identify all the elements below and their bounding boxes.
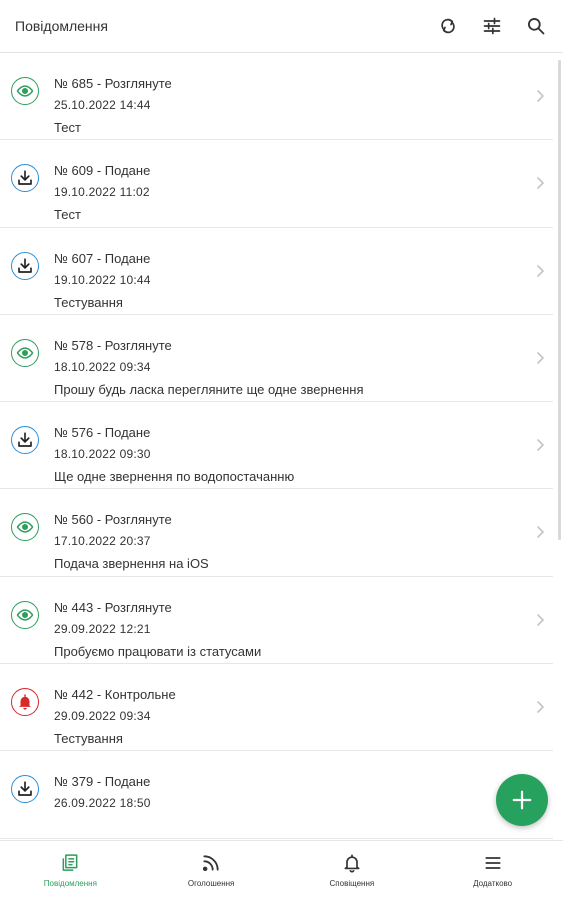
list-item[interactable]: № 560 - Розглянуте 17.10.2022 20:37 Подача… [0,489,553,577]
search-button[interactable] [524,14,548,38]
item-description: Тестування [54,731,123,747]
add-message-button[interactable] [496,774,548,826]
download-icon [18,432,32,448]
item-description: Ще одне звернення по водопостачанню [54,469,295,485]
status-badge [11,164,39,193]
item-title: № 578 - Розглянуте [54,337,172,353]
filter-icon [483,17,501,35]
list-item[interactable]: № 442 - Контрольне 29.09.2022 09:34 Тестув… [0,664,553,752]
item-date: 18.10.2022 09:30 [54,447,151,462]
item-title: № 442 - Контрольне [54,687,176,703]
eye-icon [16,85,34,97]
chevron-right-icon [537,439,544,451]
refresh-button[interactable] [436,14,460,38]
item-date: 25.10.2022 14:44 [54,98,151,112]
status-badge [11,513,39,542]
item-text: № 609 - Подане 19.10.2022 11:02 Тест [54,162,513,224]
item-title: № 443 - Розглянуте [54,599,172,615]
messages-icon [62,854,78,871]
nav-item-announcements[interactable]: Оголошення [141,841,282,900]
eye-icon [16,609,34,621]
item-text: № 578 - Розглянуте 18.10.2022 09:34 Прошу … [54,337,513,399]
app-bar: Повідомлення [0,0,563,53]
item-description: Тест [54,207,81,223]
scrollbar[interactable] [558,60,561,540]
download-icon [18,781,32,797]
list-item[interactable]: № 379 - Подане 26.09.2022 18:50 [0,751,553,839]
messages-list-inner: № 685 - Розглянуте 25.10.2022 14:44 Тест № … [0,53,563,839]
item-date: 17.10.2022 20:37 [54,534,151,549]
bell-icon [344,854,360,873]
status-badge [11,251,39,280]
item-title: № 576 - Подане [54,425,151,441]
app-bar-actions [436,14,563,38]
item-description: Прошу будь ласка перегляните ще одне зве… [54,381,364,397]
item-title: № 607 - Подане [54,250,151,266]
chevron-right-icon [537,264,544,277]
item-date: 26.09.2022 18:50 [54,796,151,811]
bottom-navigation: Повідомлення Оголошення Сповіщення Додат… [0,840,563,900]
item-text: № 560 - Розглянуте 17.10.2022 20:37 Подача… [54,511,513,573]
download-icon [18,170,32,186]
nav-label: Сповіщення [329,879,375,888]
eye-icon [16,347,34,359]
item-description: Пробуємо працювати із статусами [54,643,262,659]
list-item[interactable]: № 576 - Подане 18.10.2022 09:30 Ще одне зв… [0,402,553,490]
item-date: 29.09.2022 12:21 [54,621,151,636]
search-icon [528,18,545,35]
eye-icon [16,521,34,534]
item-title: № 379 - Подане [54,774,151,790]
item-title: № 609 - Подане [54,163,151,179]
nav-label: Повідомлення [43,879,97,888]
messages-list[interactable]: № 685 - Розглянуте 25.10.2022 14:44 Тест № … [0,53,563,840]
list-item[interactable]: № 685 - Розглянуте 25.10.2022 14:44 Тест [0,53,553,141]
item-date: 19.10.2022 10:44 [54,272,151,287]
page-title: Повідомлення [15,18,108,34]
filter-button[interactable] [480,14,504,38]
item-date: 19.10.2022 11:02 [54,185,150,200]
list-item[interactable]: № 609 - Подане 19.10.2022 11:02 Тест [0,140,553,228]
item-date: 29.09.2022 09:34 [54,709,151,724]
chevron-right-icon [537,177,544,190]
chevron-right-icon [537,352,544,364]
refresh-icon [441,18,455,34]
item-text: № 443 - Розглянуте 29.09.2022 12:21 Пробує… [54,599,513,661]
status-badge [11,338,39,367]
status-badge [11,77,39,105]
item-title: № 560 - Розглянуте [54,512,172,528]
download-icon [18,258,32,273]
nav-item-notifications[interactable]: Сповіщення [282,841,423,900]
item-text: № 576 - Подане 18.10.2022 09:30 Ще одне зв… [54,424,513,486]
item-date: 18.10.2022 09:34 [54,359,151,374]
list-item[interactable]: № 578 - Розглянуте 18.10.2022 09:34 Прошу … [0,315,553,403]
status-badge [11,688,39,717]
nav-label: Оголошення [187,879,235,888]
bell-icon [19,694,31,710]
item-text: № 685 - Розглянуте 25.10.2022 14:44 Тест [54,75,513,137]
status-badge [11,426,39,455]
list-item[interactable]: № 443 - Розглянуте 29.09.2022 12:21 Пробує… [0,577,553,665]
nav-item-messages[interactable]: Повідомлення [0,841,141,900]
item-text: № 379 - Подане 26.09.2022 18:50 [54,773,513,817]
chevron-right-icon [537,90,544,102]
plus-icon [512,790,532,810]
item-text: № 607 - Подане 19.10.2022 10:44 Тестування [54,250,513,312]
rss-icon [203,855,219,872]
nav-label: Додатково [473,879,513,888]
chevron-right-icon [537,526,544,539]
item-description: Тест [54,120,81,135]
status-badge [11,600,39,629]
list-item[interactable]: № 607 - Подане 19.10.2022 10:44 Тестування [0,228,553,315]
status-badge [11,775,39,804]
item-description: Тестування [54,294,123,310]
item-description: Подача звернення на iOS [54,556,209,572]
chevron-right-icon [537,701,544,713]
nav-item-more[interactable]: Додатково [422,841,563,900]
chevron-right-icon [537,613,544,626]
menu-icon [485,857,501,869]
item-text: № 442 - Контрольне 29.09.2022 09:34 Тестув… [54,686,513,748]
item-title: № 685 - Розглянуте [54,76,172,91]
